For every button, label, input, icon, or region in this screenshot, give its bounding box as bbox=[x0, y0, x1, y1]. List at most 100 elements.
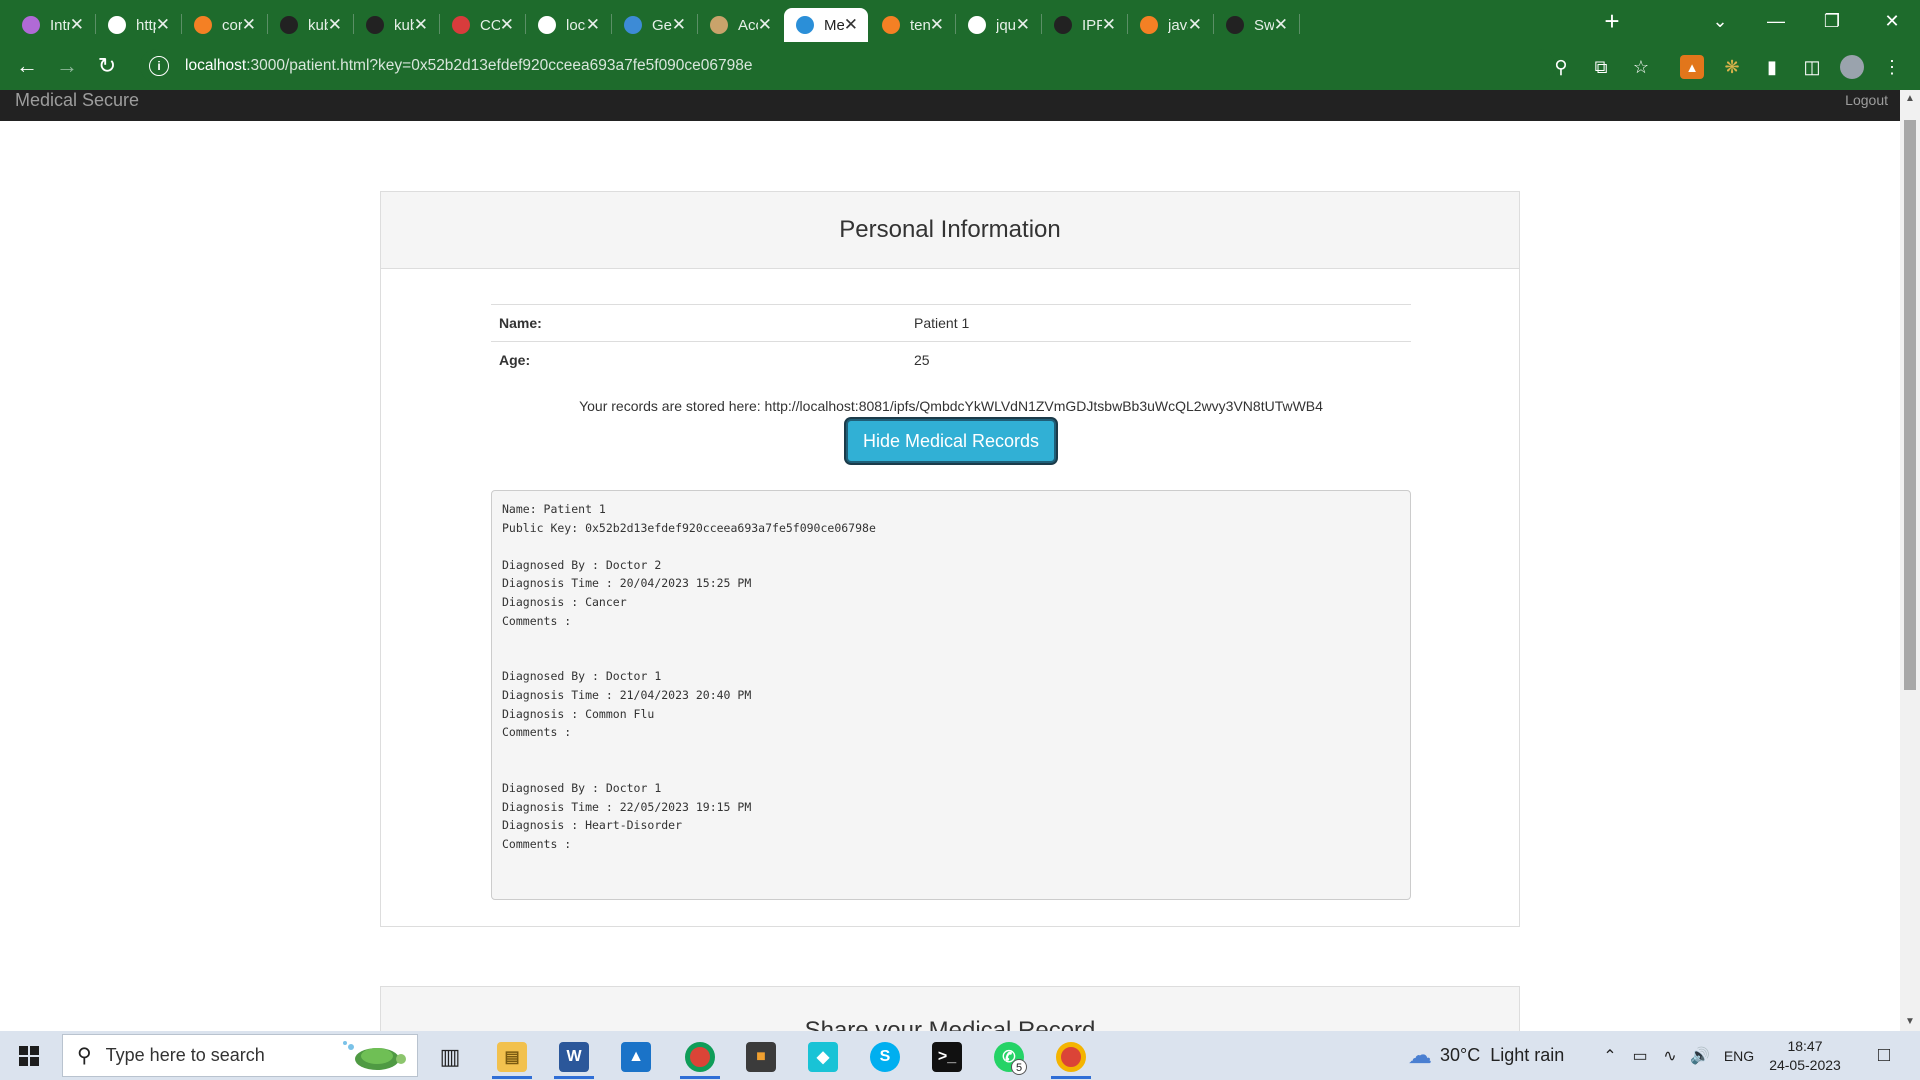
clock[interactable]: 18:47 24-05-2023 bbox=[1760, 1037, 1850, 1075]
brand-link[interactable]: Medical Secure bbox=[15, 90, 139, 110]
browser-tab[interactable]: COI✕ bbox=[440, 8, 524, 42]
side-panel-icon[interactable]: ◫ bbox=[1800, 55, 1824, 79]
tab-close-icon[interactable]: ✕ bbox=[1102, 15, 1116, 35]
tab-close-icon[interactable]: ✕ bbox=[930, 15, 944, 35]
tab-close-icon[interactable]: ✕ bbox=[156, 15, 170, 35]
github-icon bbox=[1054, 16, 1072, 34]
word-icon[interactable]: W bbox=[546, 1035, 602, 1079]
show-hidden-icons-chevron-icon[interactable]: ⌃ bbox=[1598, 1031, 1622, 1080]
tab-close-icon[interactable]: ✕ bbox=[1016, 15, 1030, 35]
weather-widget[interactable]: ☁ 30°C Light rain bbox=[1408, 1031, 1564, 1080]
tab-separator bbox=[1299, 14, 1300, 34]
scroll-down-arrow-icon[interactable]: ▼ bbox=[1900, 1013, 1920, 1031]
skype-icon[interactable]: S bbox=[857, 1035, 913, 1079]
tab-close-icon[interactable]: ✕ bbox=[414, 15, 428, 35]
tab-close-icon[interactable]: ✕ bbox=[328, 15, 342, 35]
search-highlight-turtle-icon bbox=[343, 1041, 406, 1070]
start-button[interactable] bbox=[0, 1031, 58, 1080]
weather-temp: 30°C bbox=[1440, 1045, 1481, 1065]
address-bar[interactable]: i localhost:3000/patient.html?key=0x52b2… bbox=[140, 49, 1555, 83]
browser-tab[interactable]: Me ✕ bbox=[784, 8, 868, 42]
minimize-button[interactable]: — bbox=[1748, 0, 1804, 42]
tab-close-icon[interactable]: ✕ bbox=[500, 15, 514, 35]
browser-tab[interactable]: IPFS✕ bbox=[1042, 8, 1126, 42]
scrollbar-thumb[interactable] bbox=[1904, 120, 1916, 690]
photos-icon[interactable]: ▲ bbox=[608, 1035, 664, 1079]
browser-tab[interactable]: kub✕ bbox=[354, 8, 438, 42]
browser-tab[interactable]: kub✕ bbox=[268, 8, 352, 42]
search-placeholder: Type here to search bbox=[105, 1045, 265, 1065]
tab-close-icon[interactable]: ✕ bbox=[70, 15, 84, 35]
browser-tab[interactable]: Acc✕ bbox=[698, 8, 782, 42]
extensions-puzzle-icon[interactable]: ▮ bbox=[1760, 55, 1784, 79]
tab-title: loca bbox=[566, 16, 586, 34]
personal-info-heading: Personal Information bbox=[381, 192, 1519, 269]
taskbar-search-box[interactable]: ⚲ Type here to search bbox=[62, 1034, 418, 1077]
tab-title: ten bbox=[910, 16, 930, 34]
browser-tab[interactable]: Swa✕ bbox=[1214, 8, 1298, 42]
browser-tab[interactable]: jqu ✕ bbox=[956, 8, 1040, 42]
notifications-icon[interactable]: □ bbox=[1864, 1031, 1904, 1080]
tab-close-icon[interactable]: ✕ bbox=[1188, 15, 1202, 35]
browser-tab[interactable]: ten ✕ bbox=[870, 8, 954, 42]
scroll-up-arrow-icon[interactable]: ▲ bbox=[1900, 90, 1920, 108]
cube-app-icon[interactable]: ◆ bbox=[795, 1035, 851, 1079]
terminal-icon[interactable]: >_ bbox=[919, 1035, 975, 1079]
url-text[interactable]: localhost:3000/patient.html?key=0x52b2d1… bbox=[185, 57, 753, 75]
page-icon bbox=[538, 16, 556, 34]
zoom-icon[interactable]: ⚲ bbox=[1549, 55, 1573, 79]
task-view-icon[interactable]: ▥ bbox=[422, 1035, 478, 1079]
table-row: Age: 25 bbox=[491, 341, 1411, 379]
tab-title: Acc bbox=[738, 16, 758, 34]
tab-close-icon[interactable]: ✕ bbox=[586, 15, 600, 35]
table-row: Name: Patient 1 bbox=[491, 304, 1411, 342]
tab-close-icon[interactable]: ✕ bbox=[758, 15, 772, 35]
whatsapp-icon[interactable]: ✆ 5 bbox=[981, 1035, 1037, 1079]
tab-close-icon[interactable]: ✕ bbox=[672, 15, 686, 35]
browser-tab[interactable]: Get✕ bbox=[612, 8, 696, 42]
tab-search-chevron-icon[interactable]: ⌄ bbox=[1692, 0, 1748, 42]
browser-menu-icon[interactable]: ⋮ bbox=[1880, 55, 1904, 79]
cloud-rain-icon: ☁ bbox=[1408, 1042, 1432, 1069]
metamask-extension-icon[interactable]: ▲ bbox=[1680, 55, 1704, 79]
profile-avatar[interactable] bbox=[1840, 55, 1864, 79]
chrome-icon[interactable] bbox=[672, 1035, 728, 1079]
browser-tab[interactable]: loca✕ bbox=[526, 8, 610, 42]
browser-tab-strip: Intr✕http✕cor✕kub✕kub✕COI✕loca✕Get✕Acc✕M… bbox=[0, 0, 1920, 42]
browser-tab[interactable]: cor ✕ bbox=[182, 8, 266, 42]
browser-tab[interactable]: java✕ bbox=[1128, 8, 1212, 42]
close-window-button[interactable]: ✕ bbox=[1864, 0, 1920, 42]
back-icon[interactable]: ← bbox=[12, 52, 42, 80]
name-label: Name: bbox=[491, 304, 906, 342]
age-value: 25 bbox=[906, 341, 1411, 379]
tab-close-icon[interactable]: ✕ bbox=[844, 15, 858, 35]
wifi-icon[interactable]: ∿ bbox=[1658, 1031, 1682, 1080]
bookmark-star-icon[interactable]: ☆ bbox=[1629, 55, 1653, 79]
forward-icon[interactable]: → bbox=[52, 52, 82, 80]
browser-tab[interactable]: http✕ bbox=[96, 8, 180, 42]
truffle-icon bbox=[710, 16, 728, 34]
new-tab-button[interactable]: + bbox=[1598, 8, 1626, 36]
tab-title: java bbox=[1168, 16, 1188, 34]
extension-bug-icon[interactable]: ❋ bbox=[1720, 55, 1744, 79]
tab-close-icon[interactable]: ✕ bbox=[1274, 15, 1288, 35]
maximize-button[interactable]: ❐ bbox=[1804, 0, 1860, 42]
file-explorer-icon[interactable]: ▤ bbox=[484, 1035, 540, 1079]
browser-tab[interactable]: Intr ✕ bbox=[10, 8, 94, 42]
chrome-profile-icon[interactable] bbox=[1043, 1035, 1099, 1079]
hide-medical-records-button[interactable]: Hide Medical Records bbox=[846, 419, 1056, 463]
battery-icon[interactable]: ▭ bbox=[1628, 1031, 1652, 1080]
share-icon[interactable]: ⧉ bbox=[1589, 55, 1613, 79]
site-info-icon[interactable]: i bbox=[149, 56, 169, 76]
reload-icon[interactable]: ↻ bbox=[92, 52, 122, 80]
github-icon bbox=[280, 16, 298, 34]
logout-link[interactable]: Logout bbox=[1845, 90, 1888, 110]
page-scrollbar[interactable]: ▲ ▼ bbox=[1900, 90, 1920, 1031]
stackoverflow-icon bbox=[194, 16, 212, 34]
medical-icon bbox=[796, 16, 814, 34]
virtualbox-icon[interactable]: ■ bbox=[733, 1035, 789, 1079]
tab-close-icon[interactable]: ✕ bbox=[242, 15, 256, 35]
language-indicator[interactable]: ENG bbox=[1722, 1031, 1756, 1080]
github-icon bbox=[366, 16, 384, 34]
volume-icon[interactable]: 🔊 bbox=[1688, 1031, 1712, 1080]
